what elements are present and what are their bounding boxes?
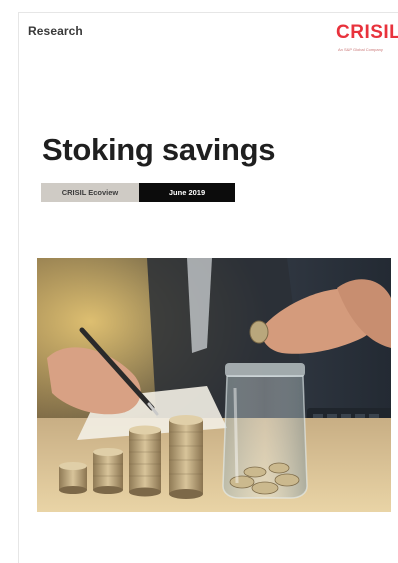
crisil-logo: CRISIL An S&P Global Company [336, 22, 398, 58]
cover-photo [37, 258, 391, 512]
report-date-label: June 2019 [139, 183, 235, 202]
report-meta-bar: CRISIL Ecoview June 2019 [41, 183, 235, 202]
logo-tagline: An S&P Global Company [338, 47, 383, 52]
section-label: Research [28, 24, 83, 38]
report-series-label: CRISIL Ecoview [41, 183, 139, 202]
logo-wordmark: CRISIL [336, 22, 398, 43]
report-title: Stoking savings [42, 132, 276, 167]
coins-jar-image [37, 258, 391, 512]
